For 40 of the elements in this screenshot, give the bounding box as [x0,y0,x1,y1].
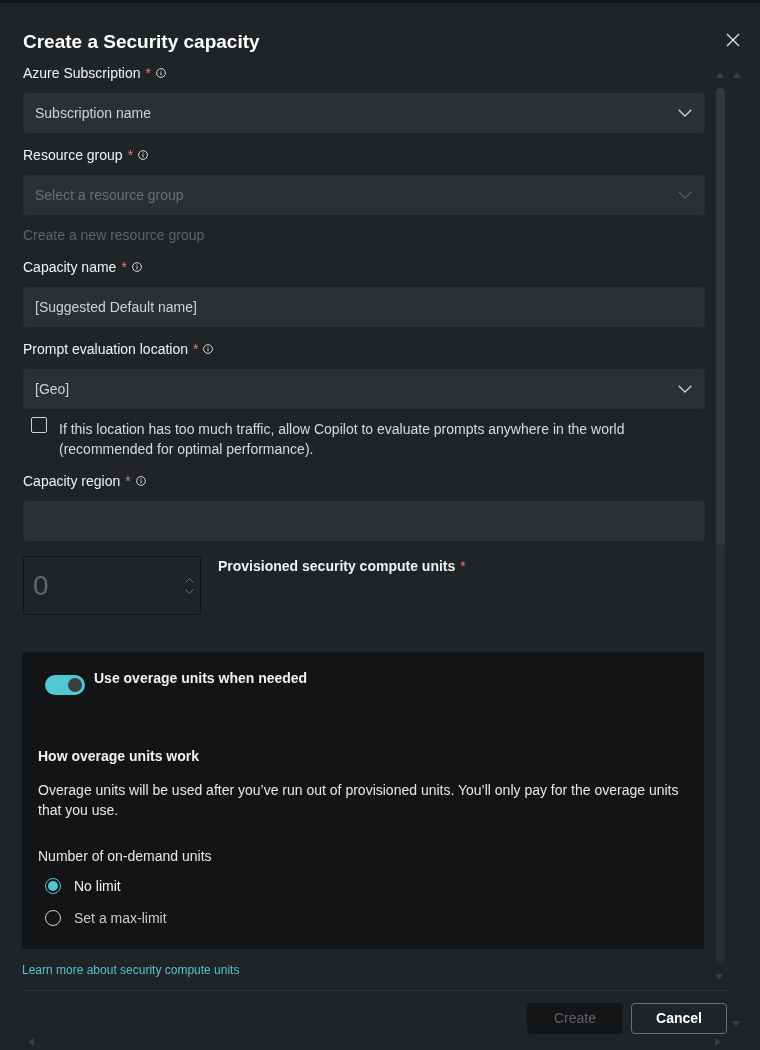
info-icon[interactable] [203,344,214,354]
info-icon[interactable] [138,150,149,160]
radio-label: No limit [74,876,121,896]
field-label: Capacity region [23,471,121,491]
learn-more-link[interactable]: Learn more about security compute units [22,962,240,978]
chevron-down-icon [678,385,692,393]
info-icon[interactable] [155,68,166,78]
toggle-switch[interactable] [45,675,85,695]
required-asterisk: * [193,339,199,359]
chevron-down-icon [678,191,692,199]
required-asterisk: * [145,63,151,83]
info-icon[interactable] [135,476,146,486]
compute-units-label: Provisioned security compute units [218,556,456,576]
cancel-button[interactable]: Cancel [631,1003,727,1034]
field-label: Azure Subscription [23,63,141,83]
required-asterisk: * [460,556,466,576]
dialog-title: Create a Security capacity [23,30,260,54]
decrement-caret-icon[interactable] [185,588,194,594]
radio-label: Set a max-limit [74,908,167,928]
checkbox[interactable] [31,417,47,433]
section-heading: How overage units work [38,747,201,766]
checkbox-label: If this location has too much traffic, allow Copilot to evaluate prompts anywhere in the world (recommended for optimal performance). [59,420,626,459]
required-asterisk: * [127,145,134,165]
field-label: Prompt evaluation location [23,339,188,359]
chevron-down-icon [678,109,692,117]
info-icon[interactable] [131,262,142,272]
field-label: Resource group [23,145,123,165]
dropdown[interactable]: Subscription name [23,93,705,133]
text-input[interactable]: [Suggested Default name] [23,287,705,327]
radio-group-label: Number of on-demand units [38,847,213,866]
toggle-label: Use overage units when needed [94,669,308,688]
toggle-knob [68,678,82,692]
increment-caret-icon[interactable] [185,577,194,583]
required-asterisk: * [125,471,131,491]
required-asterisk: * [121,257,127,277]
close-button[interactable] [726,33,740,47]
close-icon [726,33,740,47]
overage-description: Overage units will be used after you’ve run out of provisioned units. You’ll only pay for the overage units that you use. [38,781,680,820]
field-label: Capacity name [23,257,117,277]
dropdown[interactable]: [Geo] [23,369,705,409]
